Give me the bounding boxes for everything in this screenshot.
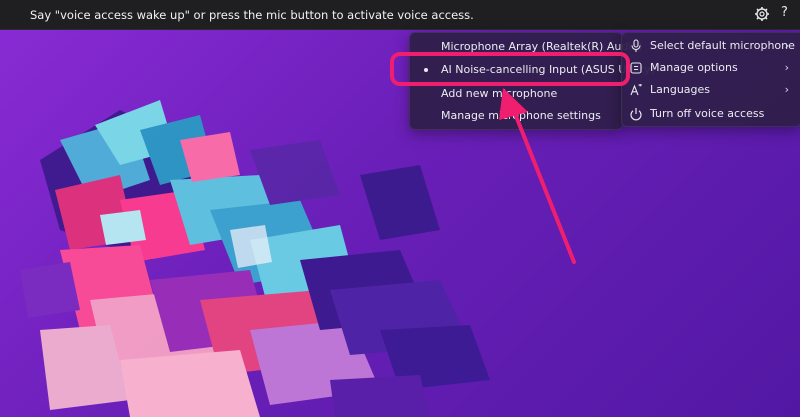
annotation-arrow [499, 88, 576, 264]
